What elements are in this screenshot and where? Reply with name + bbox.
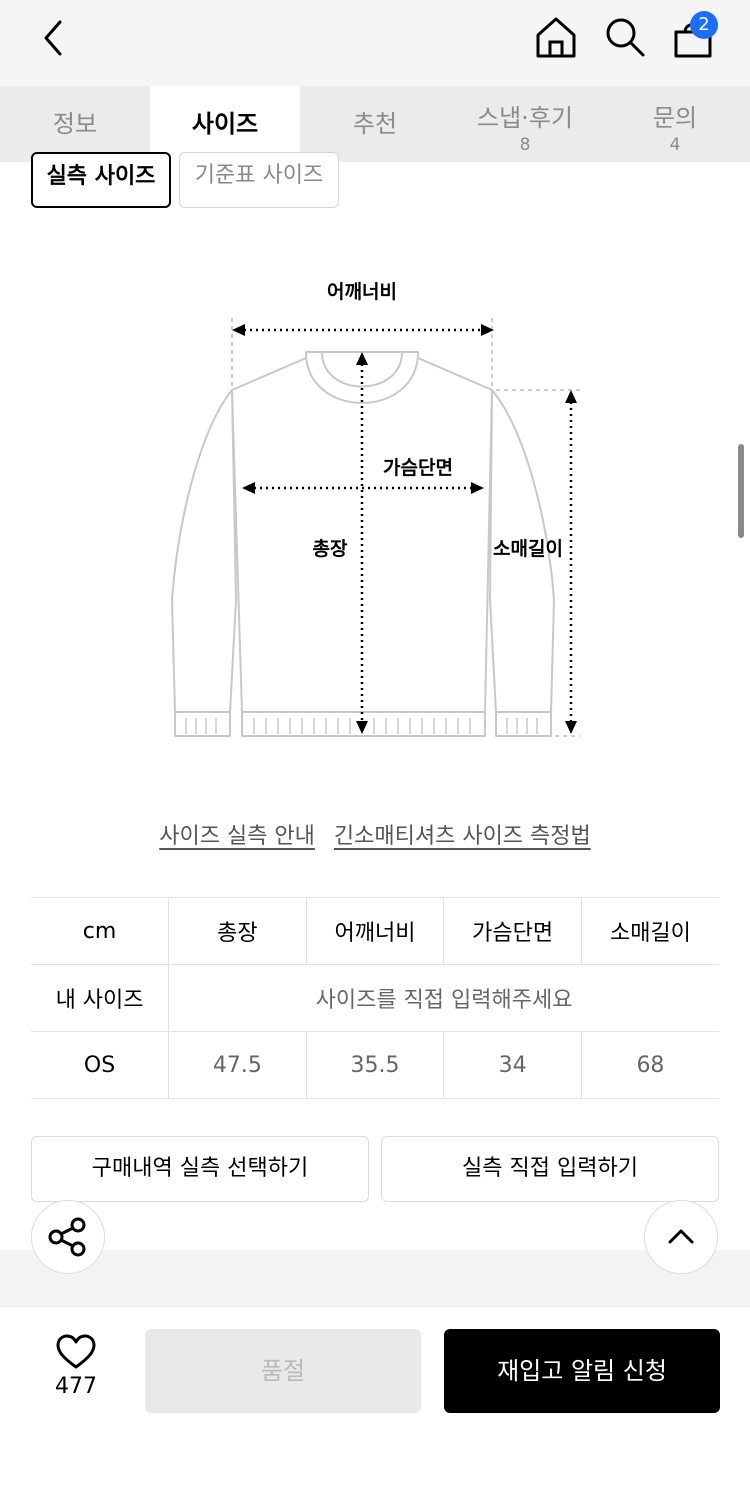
chevron-up-icon [668,1229,694,1244]
scroll-top-button[interactable] [644,1200,718,1274]
chest-width-label: 가슴단면 [383,457,453,479]
tab-snap-review[interactable]: 스냅·후기 8 [450,86,600,162]
size-table: cm 총장 어깨너비 가슴단면 소매길이 내 사이즈 사이즈를 직접 입력해주세… [31,897,719,1099]
section-divider [0,1250,750,1306]
size-value: 34 [443,1031,582,1099]
like-count: 477 [55,1374,97,1399]
tab-size[interactable]: 사이즈 [150,86,300,162]
column-header: 총장 [168,897,307,965]
tab-label: 스냅·후기 [477,104,573,132]
sleeve-length-label: 소매길이 [493,538,563,560]
tab-label: 추천 [352,110,398,138]
my-size-label: 내 사이즈 [31,964,169,1032]
my-size-row: 내 사이즈 사이즈를 직접 입력해주세요 [31,964,719,1032]
chevron-left-icon[interactable] [38,18,72,58]
tab-info[interactable]: 정보 [0,86,150,162]
tab-bar: 정보 사이즈 추천 스냅·후기 8 문의 4 [0,86,750,162]
tab-recommend[interactable]: 추천 [300,86,450,162]
table-row: OS 47.5 35.5 34 68 [31,1031,719,1099]
shoulder-width-label: 어깨너비 [327,281,397,303]
size-guide-links: 사이즈 실측 안내 긴소매티셔츠 사이즈 측정법 [0,818,750,850]
tab-label: 사이즈 [191,110,259,138]
restock-alert-button[interactable]: 재입고 알림 신청 [444,1329,720,1413]
enter-manually-button[interactable]: 실측 직접 입력하기 [381,1136,719,1202]
size-value: 68 [580,1031,719,1099]
size-value: 35.5 [305,1031,444,1099]
column-header: 소매길이 [580,897,719,965]
top-bar: 2 [0,0,750,86]
measure-method-link[interactable]: 긴소매티셔츠 사이즈 측정법 [334,824,591,849]
select-from-purchase-button[interactable]: 구매내역 실측 선택하기 [31,1136,369,1202]
column-header: 어깨너비 [305,897,444,965]
share-button[interactable] [31,1200,105,1274]
scroll-indicator[interactable] [738,444,744,538]
actual-size-toggle[interactable]: 실측 사이즈 [31,152,171,208]
table-header-row: cm 총장 어깨너비 가슴단면 소매길이 [31,897,719,965]
cart-count-badge: 2 [690,11,718,39]
size-value: 47.5 [168,1031,307,1099]
tab-label: 정보 [52,110,98,138]
tab-inquiry[interactable]: 문의 4 [600,86,750,162]
home-icon[interactable] [533,14,579,60]
tab-label: 문의 [652,104,698,132]
my-size-input-prompt[interactable]: 사이즈를 직접 입력해주세요 [168,964,719,1032]
size-guide-link[interactable]: 사이즈 실측 안내 [159,824,315,849]
unit-cell: cm [31,897,169,965]
total-length-label: 총장 [313,538,348,560]
sweatshirt-measurement-diagram: 어깨너비 가슴단면 총장 소매길이 [171,281,580,737]
share-icon [48,1217,86,1257]
heart-icon[interactable] [54,1332,98,1372]
search-icon[interactable] [602,14,648,60]
standard-size-toggle[interactable]: 기준표 사이즈 [179,152,339,208]
soldout-button: 품절 [145,1329,421,1413]
column-header: 가슴단면 [443,897,582,965]
tab-count: 8 [519,135,531,155]
size-name: OS [31,1031,169,1099]
tab-count: 4 [669,135,681,155]
